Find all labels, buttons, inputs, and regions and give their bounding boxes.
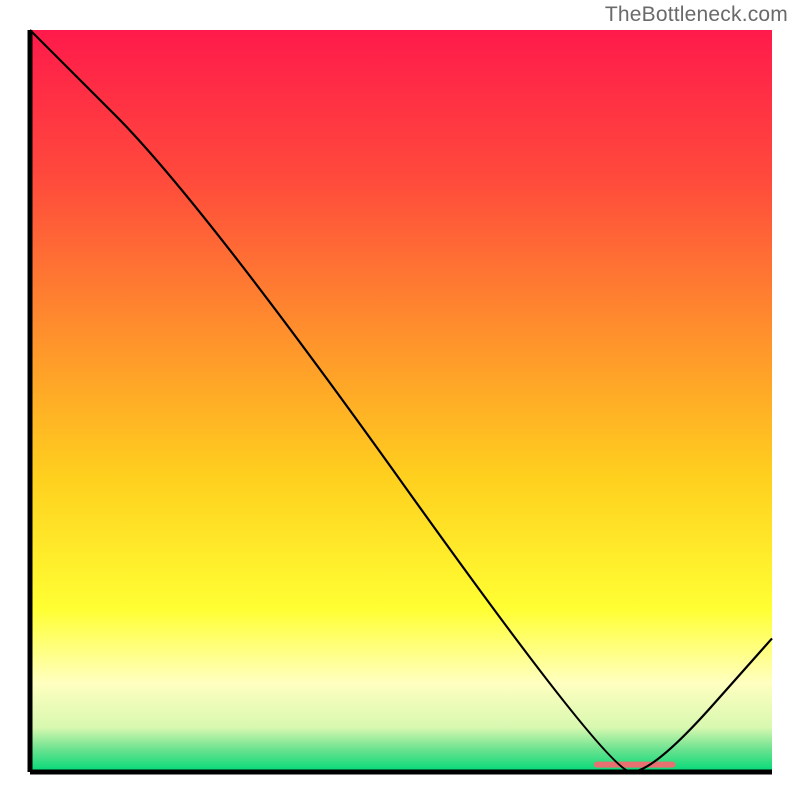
highlight-segment [594,762,676,768]
bottleneck-chart [0,0,800,800]
chart-container: { "watermark": "TheBottleneck.com", "cha… [0,0,800,800]
